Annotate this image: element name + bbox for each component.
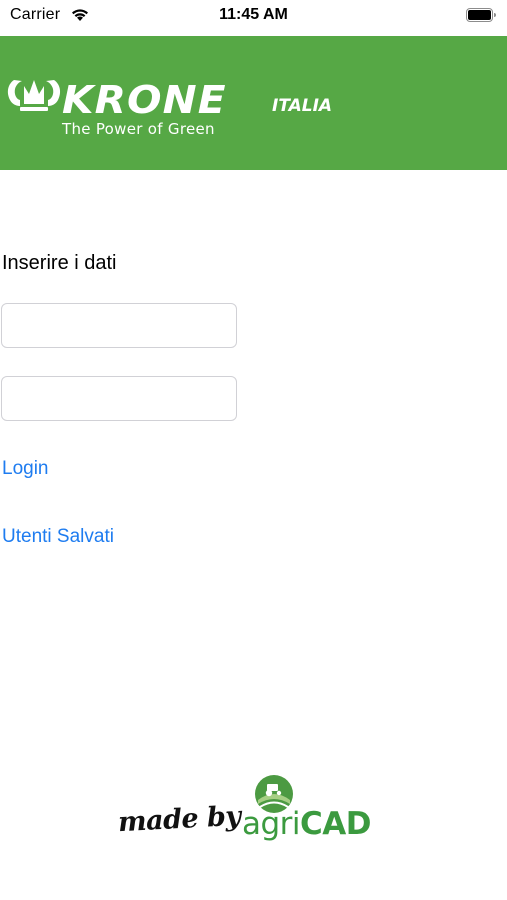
- krone-wordmark: KRONE: [62, 78, 227, 122]
- clock: 11:45 AM: [219, 6, 288, 23]
- form-prompt: Inserire i dati: [2, 252, 117, 274]
- agricad-logo-suffix: CAD: [300, 806, 372, 842]
- agricad-logo: agriCAD: [242, 806, 372, 842]
- agricad-logo-prefix: agri: [242, 806, 301, 842]
- country-label: ITALIA: [272, 96, 333, 116]
- password-field[interactable]: [1, 376, 237, 421]
- krone-crown-logo-icon: [7, 80, 61, 111]
- login-button[interactable]: Login: [2, 458, 49, 480]
- username-field[interactable]: [1, 303, 237, 348]
- status-bar: Carrier 11:45 AM: [0, 0, 507, 34]
- saved-users-button[interactable]: Utenti Salvati: [2, 526, 114, 548]
- made-by-label: made by: [117, 800, 242, 839]
- battery-icon: [466, 8, 496, 22]
- krone-tagline: The Power of Green: [62, 120, 215, 138]
